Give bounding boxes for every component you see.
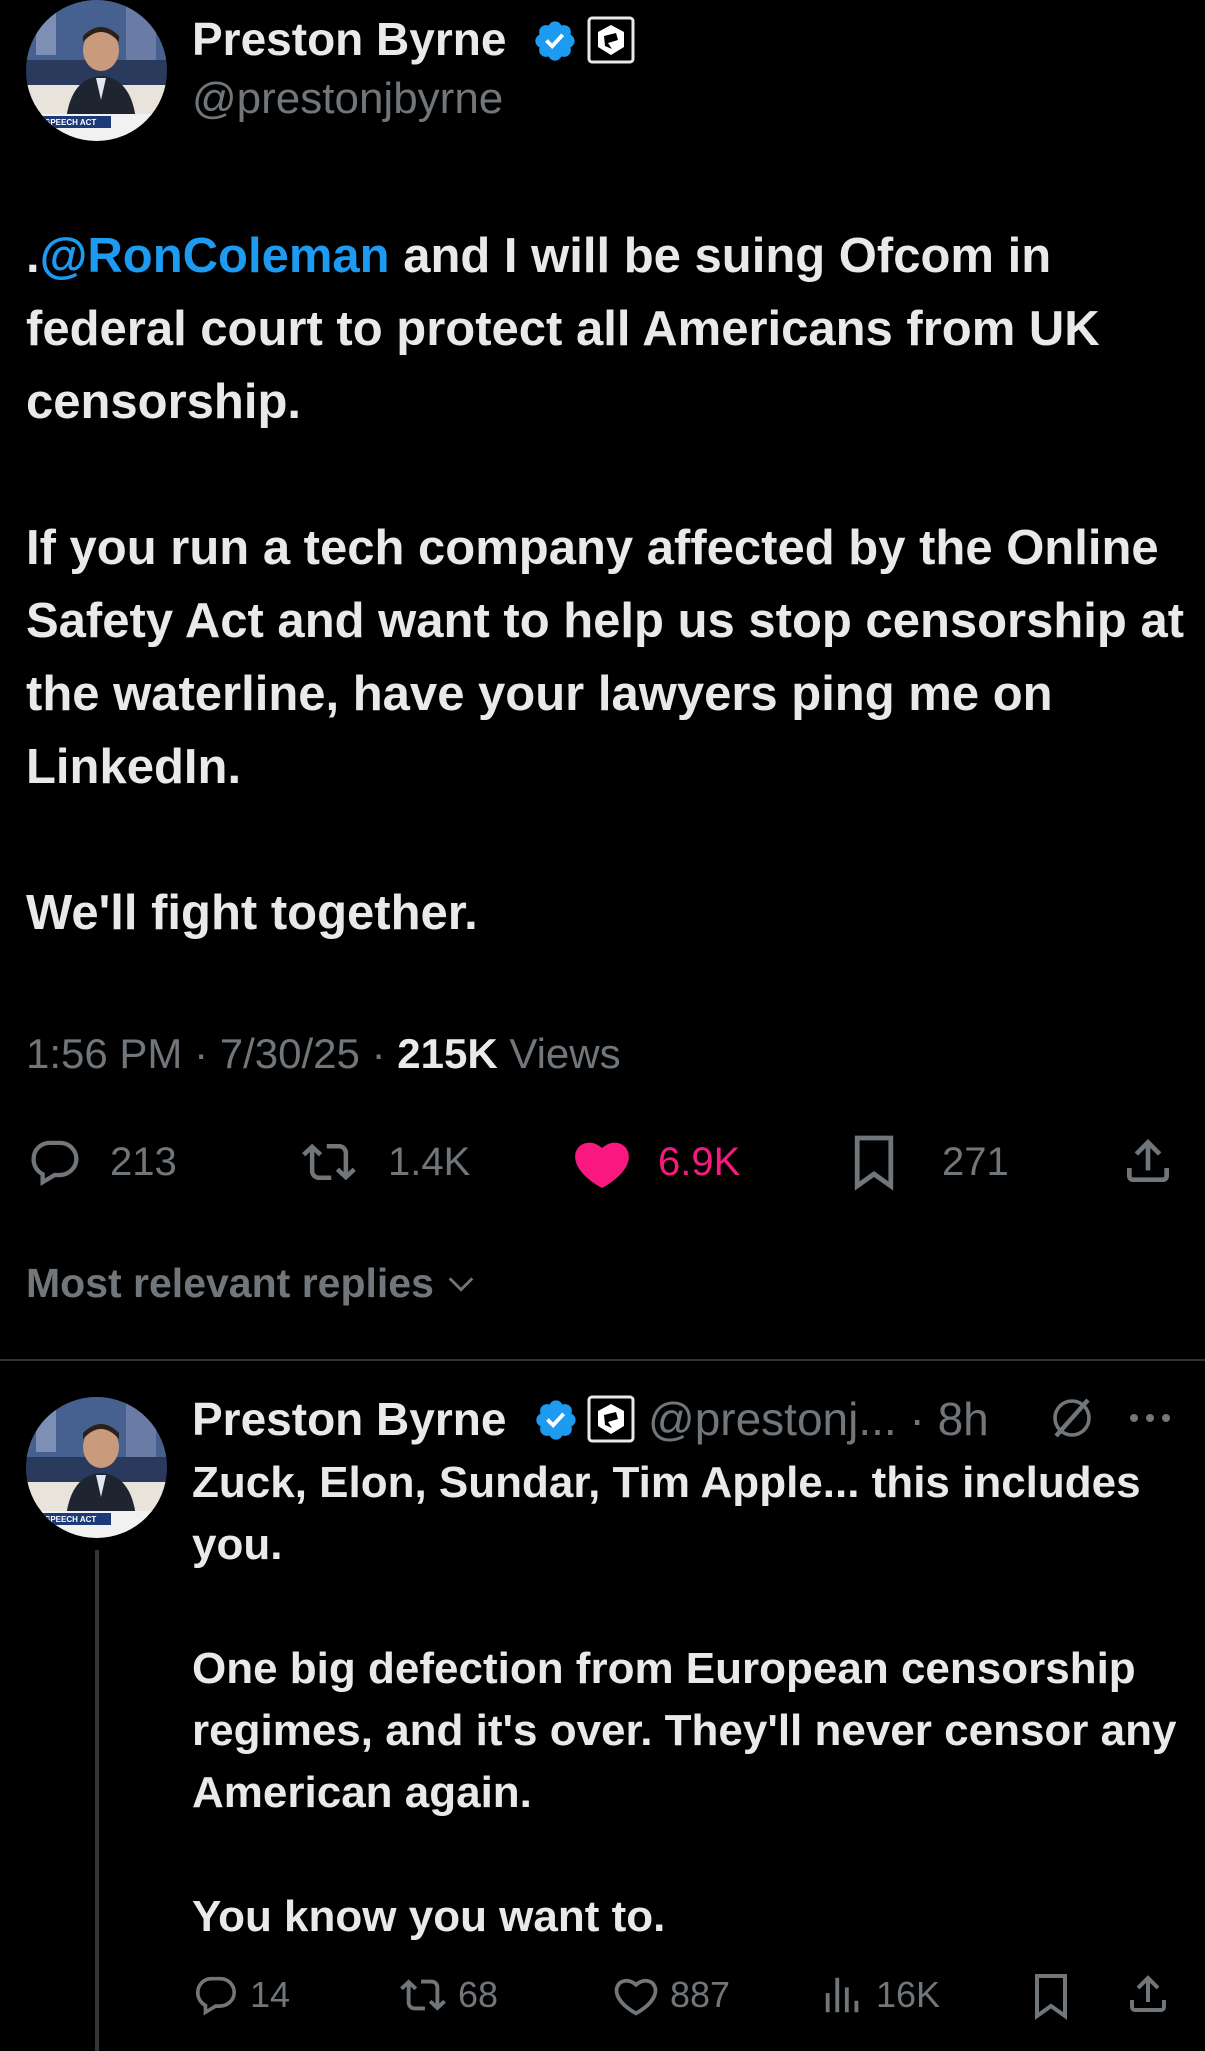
mention-link[interactable]: @RonColeman — [40, 229, 390, 283]
reply-reply-button[interactable]: 14 — [192, 1972, 290, 2018]
bookmark-button[interactable]: 271 — [850, 1133, 1009, 1191]
views-icon — [825, 1977, 859, 2013]
bookmark-count: 271 — [942, 1139, 1009, 1184]
text-prefix: . — [26, 229, 40, 283]
reply-text: Zuck, Elon, Sundar, Tim Apple... this in… — [192, 1452, 1192, 1948]
tweet-paragraph: .@RonColeman and I will be suing Ofcom i… — [26, 220, 1186, 439]
repost-button[interactable]: 1.4K — [296, 1135, 470, 1189]
reply-avatar[interactable]: SPEECH ACT — [26, 1397, 167, 1538]
bookmark-icon — [1035, 1974, 1067, 2020]
like-button[interactable]: 6.9K — [572, 1135, 740, 1189]
author-name[interactable]: Preston Byrne — [192, 12, 506, 66]
share-icon — [1127, 1139, 1169, 1182]
tweet-text: .@RonColeman and I will be suing Ofcom i… — [26, 220, 1186, 950]
tweet-date[interactable]: 7/30/25 — [220, 1030, 360, 1077]
tweet-time[interactable]: 1:56 PM — [26, 1030, 182, 1077]
tweet-paragraph: We'll fight together. — [26, 886, 478, 940]
bookmark-icon — [854, 1135, 894, 1191]
reply-count: 213 — [110, 1139, 177, 1184]
verified-badge-icon[interactable] — [533, 1397, 579, 1443]
divider — [0, 1359, 1205, 1361]
like-icon — [575, 1142, 629, 1189]
meta-separator: · — [371, 1030, 386, 1077]
thread-line — [95, 1550, 99, 2051]
reply-bookmark-button[interactable] — [1030, 1972, 1072, 2020]
reply-paragraph: One big defection from European censorsh… — [192, 1644, 1177, 1817]
repost-icon — [302, 1143, 356, 1181]
repost-icon — [400, 1979, 446, 2011]
like-count: 6.9K — [658, 1139, 741, 1184]
affiliate-badge-icon[interactable] — [587, 16, 635, 64]
avatar-photo: SPEECH ACT — [26, 1397, 167, 1538]
avatar-caption: SPEECH ACT — [45, 1515, 96, 1524]
reply-like-button[interactable]: 887 — [612, 1972, 730, 2018]
more-icon[interactable] — [1126, 1398, 1174, 1438]
like-icon — [614, 1978, 658, 2016]
grok-icon[interactable] — [1048, 1394, 1096, 1442]
repost-count: 68 — [458, 1974, 499, 2015]
like-count: 887 — [670, 1974, 731, 2015]
avatar-photo: SPEECH ACT — [26, 0, 167, 141]
reply-icon — [195, 1976, 237, 2016]
reply-count: 14 — [250, 1974, 291, 2015]
views-count[interactable]: 215K — [397, 1030, 497, 1077]
views-count: 16K — [876, 1974, 941, 2015]
tweet-paragraph: If you run a tech company affected by th… — [26, 521, 1185, 794]
avatar-caption: SPEECH ACT — [45, 118, 96, 127]
reply-paragraph: You know you want to. — [192, 1892, 666, 1941]
replies-sort-label: Most relevant replies — [26, 1260, 434, 1306]
replies-sort-dropdown[interactable]: Most relevant replies — [26, 1260, 478, 1307]
reply-icon — [31, 1140, 79, 1187]
share-button[interactable] — [1120, 1133, 1176, 1189]
reply-share-button[interactable] — [1124, 1970, 1172, 2018]
reply-paragraph: Zuck, Elon, Sundar, Tim Apple... this in… — [192, 1458, 1141, 1569]
share-icon — [1130, 1975, 1166, 2012]
verified-badge-icon[interactable] — [532, 18, 578, 64]
affiliate-badge-icon[interactable] — [587, 1395, 635, 1443]
reply-button[interactable]: 213 — [26, 1135, 177, 1189]
views-label: Views — [509, 1030, 621, 1077]
reply-author-name[interactable]: Preston Byrne — [192, 1392, 506, 1446]
avatar[interactable]: SPEECH ACT — [26, 0, 167, 141]
author-handle[interactable]: @prestonjbyrne — [192, 74, 503, 124]
reply-handle-time[interactable]: @prestonj... · 8h — [648, 1392, 989, 1446]
tweet-meta: 1:56 PM · 7/30/25 · 215K Views — [26, 1030, 621, 1078]
chevron-down-icon — [448, 1276, 474, 1292]
tweet-thread-screen: SPEECH ACT Preston Byrne @prestonjbyrne … — [0, 0, 1205, 2051]
meta-separator: · — [194, 1030, 209, 1077]
reply-views-button[interactable]: 16K — [820, 1972, 940, 2018]
reply-repost-button[interactable]: 68 — [398, 1972, 498, 2018]
repost-count: 1.4K — [388, 1139, 471, 1184]
